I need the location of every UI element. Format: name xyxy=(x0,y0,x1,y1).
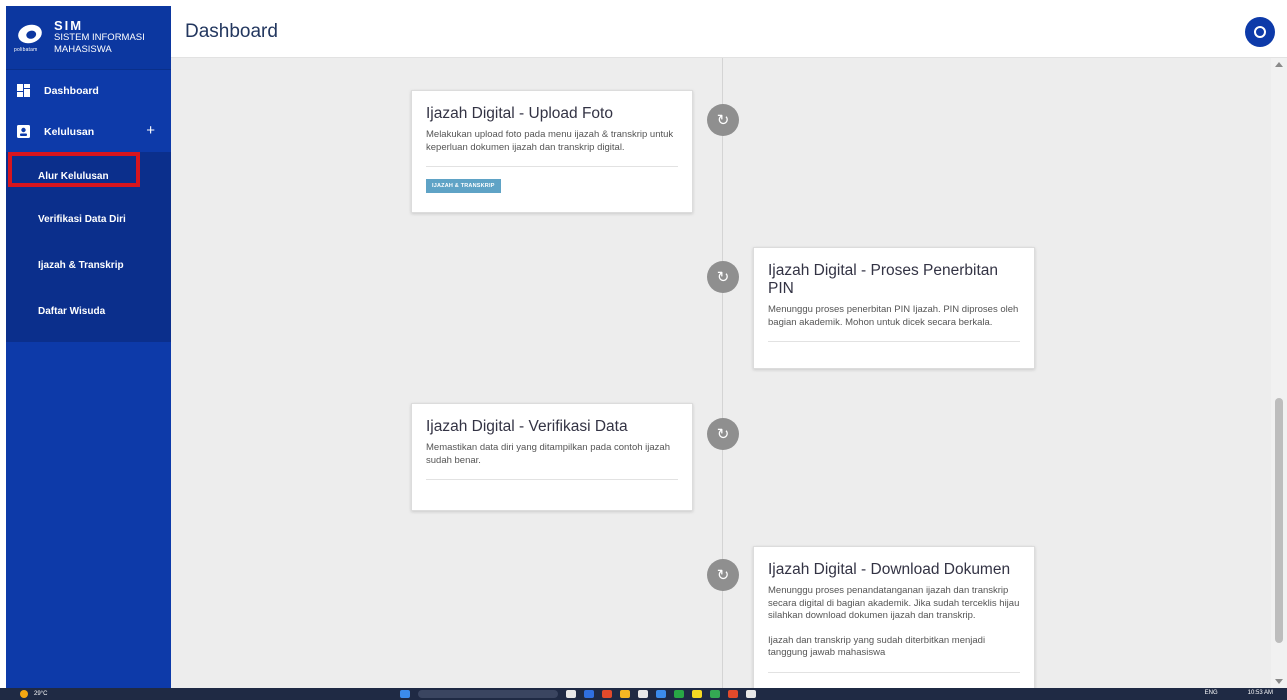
card-description: Menunggu proses penandatanganan ijazah d… xyxy=(768,585,1020,621)
timeline-card-verifikasi-data: Ijazah Digital - Verifikasi Data Memasti… xyxy=(411,403,693,511)
page-title: Dashboard xyxy=(185,20,278,42)
timeline-card-penerbitan-pin: Ijazah Digital - Proses Penerbitan PIN M… xyxy=(753,247,1035,369)
submenu-verifikasi-data-diri[interactable]: Verifikasi Data Diri xyxy=(6,196,171,242)
app-icon[interactable] xyxy=(728,690,738,698)
pdf-icon[interactable] xyxy=(746,690,756,698)
clock[interactable]: 10:53 AM xyxy=(1248,690,1273,696)
sidebar-item-kelulusan[interactable]: Kelulusan + xyxy=(6,111,171,152)
scroll-up-icon[interactable] xyxy=(1275,62,1283,67)
card-divider xyxy=(426,479,678,480)
sidebar: polibatam SIM SISTEM INFORMASI MAHASISWA… xyxy=(6,6,171,688)
sun-icon xyxy=(20,690,28,698)
refresh-icon: ↻ xyxy=(707,418,739,450)
windows-start-icon[interactable] xyxy=(400,690,410,698)
chrome-icon[interactable] xyxy=(710,690,720,698)
brand-line3: MAHASISWA xyxy=(54,43,112,55)
scroll-down-icon[interactable] xyxy=(1275,679,1283,684)
card-title: Ijazah Digital - Verifikasi Data xyxy=(426,418,628,435)
card-divider xyxy=(768,341,1020,342)
language-indicator[interactable]: ENG xyxy=(1205,690,1218,696)
timeline-card-download-dokumen: Ijazah Digital - Download Dokumen Menung… xyxy=(753,546,1035,688)
excel-icon[interactable] xyxy=(674,690,684,698)
scrollbar-thumb[interactable] xyxy=(1275,398,1283,643)
dashboard-icon xyxy=(17,84,30,97)
top-header: Dashboard xyxy=(171,6,1287,58)
card-description-note: Ijazah dan transkrip yang sudah diterbit… xyxy=(768,634,986,659)
notes-icon[interactable] xyxy=(692,690,702,698)
refresh-icon: ↻ xyxy=(707,104,739,136)
card-title: Ijazah Digital - Proses Penerbitan PIN xyxy=(768,262,999,297)
weather-temp: 29°C xyxy=(34,691,48,697)
sidebar-item-dashboard[interactable]: Dashboard xyxy=(6,70,171,111)
timeline-card-upload-foto: Ijazah Digital - Upload Foto Melakukan u… xyxy=(411,90,693,213)
card-title: Ijazah Digital - Upload Foto xyxy=(426,105,613,122)
timeline-line xyxy=(722,58,723,688)
polibatam-logo-icon: polibatam xyxy=(14,21,48,55)
brand[interactable]: polibatam SIM SISTEM INFORMASI MAHASISWA xyxy=(6,6,171,70)
user-icon xyxy=(1254,26,1266,38)
vertical-scrollbar[interactable] xyxy=(1271,58,1287,688)
submenu-ijazah-transkrip[interactable]: Ijazah & Transkrip xyxy=(6,242,171,288)
folder-icon[interactable] xyxy=(620,690,630,698)
taskbar-search[interactable] xyxy=(418,690,558,698)
sidebar-item-label: Kelulusan xyxy=(44,125,95,138)
brand-sim: SIM xyxy=(54,17,84,33)
brand-line2: SISTEM INFORMASI xyxy=(54,31,145,43)
card-description: Menunggu proses penerbitan PIN Ijazah. P… xyxy=(768,304,1019,328)
store-icon[interactable] xyxy=(638,690,648,698)
card-divider xyxy=(768,671,1020,673)
card-description: Memastikan data diri yang ditampilkan pa… xyxy=(426,442,670,466)
annotation-highlight-box xyxy=(8,152,140,187)
avatar[interactable] xyxy=(1245,17,1275,47)
edge-icon[interactable] xyxy=(584,690,594,698)
submenu-daftar-wisuda[interactable]: Daftar Wisuda xyxy=(6,288,171,334)
card-divider xyxy=(426,166,678,167)
sidebar-nav: Dashboard Kelulusan + Alur Kelulusan Ver… xyxy=(6,70,171,342)
card-title: Ijazah Digital - Download Dokumen xyxy=(768,561,1011,578)
os-taskbar: 29°C ENG 10:53 AM xyxy=(0,688,1287,700)
brand-text: SIM SISTEM INFORMASI MAHASISWA xyxy=(54,17,145,56)
logo-caption: polibatam xyxy=(14,46,38,53)
timeline-area: Ijazah Digital - Upload Foto Melakukan u… xyxy=(171,58,1271,688)
system-tray: ENG 10:53 AM xyxy=(1205,690,1273,696)
expand-plus-icon[interactable]: + xyxy=(146,122,155,139)
weather-widget[interactable]: 29°C xyxy=(20,690,47,698)
taskbar-apps xyxy=(400,690,756,698)
sidebar-item-label: Dashboard xyxy=(44,84,99,97)
refresh-icon: ↻ xyxy=(707,261,739,293)
refresh-icon: ↻ xyxy=(707,559,739,591)
office-icon[interactable] xyxy=(602,690,612,698)
graduation-icon xyxy=(17,125,30,138)
mail-icon[interactable] xyxy=(656,690,666,698)
card-description: Melakukan upload foto pada menu ijazah &… xyxy=(426,129,674,153)
ijazah-transkrip-tag-button[interactable]: IJAZAH & TRANSKRIP xyxy=(426,179,501,193)
app-window: polibatam SIM SISTEM INFORMASI MAHASISWA… xyxy=(6,6,1287,688)
task-view-icon[interactable] xyxy=(566,690,576,698)
